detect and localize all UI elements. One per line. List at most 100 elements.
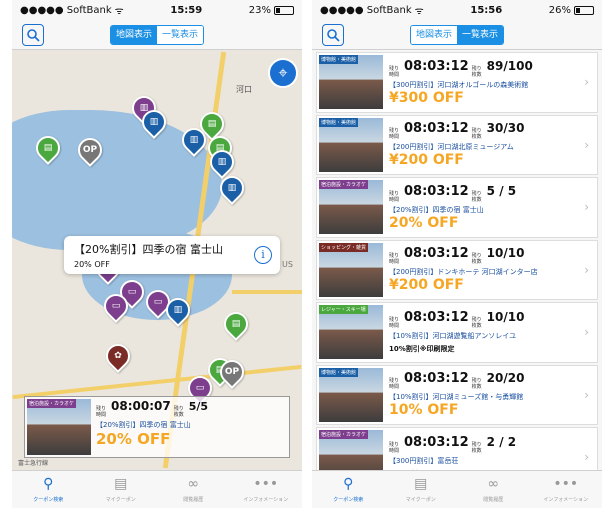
shopping-icon: ✿ [114,351,122,361]
coupon-photo: ショッピング・雑貨 [319,242,383,297]
map[interactable]: 河口 US 富士急行線 ⌖ ▥ ▥ ▤ ▥ ▤ ▥ ▥ ▤ OP ▭ ▭ ▭ ▭… [12,50,302,470]
location-icon: ⌖ [278,63,288,82]
status-bar: ●●●●● SoftBank ᯤ 15:56 26% [312,0,602,20]
museum-icon: ▥ [149,117,159,127]
remaining-count: 5/5 [188,400,209,413]
wifi-icon: ᯤ [114,6,124,17]
coupon-list-item[interactable]: 博物館・美術館 残り時間 08:03:12 残り枚数 20/20 【10%割引】河口湖ミュ… [316,364,598,425]
tab-bar: ⚲ クーポン検索 ▤ マイクーポン ∞ 閲覧履歴 ••• インフォメーション [12,470,302,508]
museum-icon: ▥ [227,183,237,193]
map-label-bottom: 富士急行線 [18,460,49,467]
coupon-photo: レジャー・スキー場 [319,305,383,360]
remaining-time: 08:03:12 [404,246,469,262]
museum-icon: ▥ [217,157,227,167]
coupon-card[interactable]: 宿泊施設・カラオケ 残り時間 08:00:07 残り枚数 5/5 【20%割引】… [24,396,290,458]
remaining-time: 08:03:12 [404,310,469,326]
tab-coupon-search[interactable]: ⚲ クーポン検索 [12,471,85,508]
status-bar: ●●●●● SoftBank ᯤ 15:59 23% [12,0,302,20]
tab-my-coupon[interactable]: ▤ マイクーポン [385,471,458,508]
coupon-photo: 宿泊施設・カラオケ [319,430,383,470]
coupon-info: 残り時間 08:03:12 残り枚数 10/10 【10%割引】河口湖遊覧船アンソレイユ… [383,310,595,354]
time-label: 残り時間 [389,442,400,455]
time-label: 残り時間 [389,190,400,203]
coupon-discount: 10%割引※印刷限定 [389,345,455,354]
tab-information[interactable]: ••• インフォメーション [530,471,603,508]
count-label: 残り枚数 [471,442,482,455]
count-label: 残り枚数 [173,406,184,418]
map-pin[interactable]: ▤ [219,307,253,341]
coupon-list-item[interactable]: 博物館・美術館 残り時間 08:03:12 残り枚数 30/30 【200円割引】河口湖北… [316,114,598,175]
count-label: 残り枚数 [471,317,482,330]
leisure-icon: ▤ [43,143,53,153]
hotel-icon: ▭ [111,301,121,311]
coupon-info: 残り時間 08:03:12 残り枚数 10/10 【200円割引】ドンキホーテ 河口湖イ… [383,246,595,293]
leisure-icon: ▤ [207,119,217,129]
view-toggle: 地図表示 一覧表示 [110,24,204,45]
hotel-icon: ▭ [195,383,205,393]
list-view-tab[interactable]: 一覧表示 [157,25,203,44]
coupon-icon: ▤ [414,476,428,492]
coupon-title: 【200円割引】ドンキホーテ 河口湖インター店 [389,268,538,277]
coupon-discount: ¥200 OFF [389,152,464,169]
coupon-photo: 博物館・美術館 [319,117,383,172]
category-badge: 博物館・美術館 [319,367,359,377]
coupon-list-item[interactable]: 博物館・美術館 残り時間 08:03:12 残り枚数 89/100 【300円割引】河口湖… [316,52,598,113]
tab-my-coupon[interactable]: ▤ マイクーポン [85,471,158,508]
tab-label: インフォメーション [543,497,589,503]
tab-coupon-search[interactable]: ⚲ クーポン検索 [312,471,385,508]
battery-icon [274,5,294,15]
search-button[interactable] [322,24,344,46]
nav-bar: 地図表示 一覧表示 [312,20,602,50]
coupon-title: 【300円割引】富岳荘 [389,457,459,466]
list-view-tab[interactable]: 一覧表示 [457,25,503,44]
category-badge: レジャー・スキー場 [319,305,368,315]
callout-subtitle: 20% OFF [74,260,110,269]
coupon-list-item[interactable]: ショッピング・雑貨 残り時間 08:03:12 残り枚数 10/10 【200円割引】ドン… [316,239,598,300]
coupon-info: 残り時間 08:03:12 残り枚数 89/100 【300円割引】河口湖オルゴールの森… [383,59,595,106]
clock: 15:59 [170,4,203,16]
coupon-list[interactable]: 博物館・美術館 残り時間 08:03:12 残り枚数 89/100 【300円割引】河口湖… [312,50,602,470]
tab-bar: ⚲ クーポン検索 ▤ マイクーポン ∞ 閲覧履歴 ••• インフォメーション [312,470,602,508]
current-location-button[interactable]: ⌖ [268,58,298,88]
carrier-label: ●●●●● SoftBank [320,4,412,16]
coupon-list-item[interactable]: レジャー・スキー場残り時間 08:03:12 残り枚数 10/10 【10%割引】河口湖… [316,302,598,363]
info-icon[interactable]: i [254,246,272,264]
coupon-photo: 博物館・美術館 [319,55,383,110]
remaining-time: 08:00:07 [111,399,171,413]
glasses-icon: ∞ [487,476,500,492]
remaining-time: 08:03:12 [404,435,469,451]
op-icon: OP [82,145,98,155]
map-callout[interactable]: 【20%割引】四季の宿 富士山 20% OFF i [64,236,280,274]
leisure-icon: ▤ [231,319,241,329]
map-view-tab[interactable]: 地図表示 [111,25,157,44]
search-button[interactable] [22,24,44,46]
time-label: 残り時間 [389,253,400,266]
map-pin[interactable]: ✿ [101,339,135,373]
remaining-count: 30/30 [486,121,525,136]
coupon-info: 残り時間 08:03:12 残り枚数 30/30 【200円割引】河口湖北原ミュージアム… [383,121,595,168]
tab-label: マイクーポン [105,497,136,503]
more-icon: ••• [253,476,279,492]
wifi-icon: ᯤ [414,6,424,17]
tab-history[interactable]: ∞ 閲覧履歴 [457,471,530,508]
tab-label: クーポン検索 [33,497,64,503]
tab-history[interactable]: ∞ 閲覧履歴 [157,471,230,508]
remaining-count: 5 / 5 [486,183,517,198]
battery-icon [574,5,594,15]
coupon-info: 残り時間 08:00:07 残り枚数 5/5 【20%割引】四季の宿 富士山 2… [91,399,287,455]
clock: 15:56 [470,4,503,16]
chevron-right-icon: › [584,387,589,402]
coupon-list-item[interactable]: 宿泊施設・カラオケ 残り時間 08:03:12 残り枚数 5 / 5 【20%割引】四季の… [316,177,598,238]
remaining-count: 20/20 [486,371,525,386]
tab-label: インフォメーション [243,497,289,503]
count-label: 残り枚数 [471,128,482,141]
count-label: 残り枚数 [471,65,482,78]
tab-information[interactable]: ••• インフォメーション [230,471,303,508]
coupon-title: 【20%割引】四季の宿 富士山 [389,205,484,214]
tab-label: クーポン検索 [333,497,364,503]
coupon-list-item[interactable]: 宿泊施設・カラオケ 残り時間 08:03:12 残り枚数 2 / 2 【300円割引】富岳… [316,427,598,470]
map-view-tab[interactable]: 地図表示 [411,25,457,44]
chevron-right-icon: › [584,325,589,339]
remaining-count: 2 / 2 [486,435,517,450]
remaining-time: 08:03:12 [404,371,469,387]
